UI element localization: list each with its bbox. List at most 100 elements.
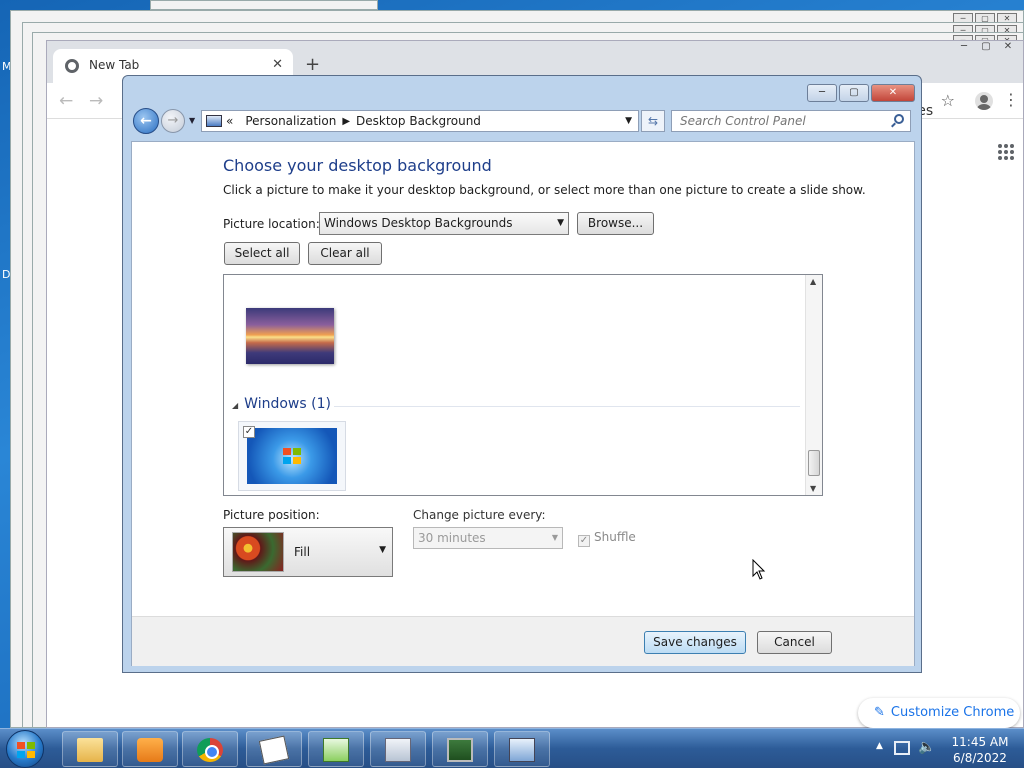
select-all-button[interactable]: Select all	[224, 242, 300, 265]
maximize-button[interactable]: ▢	[839, 84, 869, 102]
chrome-favicon-icon	[65, 59, 79, 73]
address-dropdown-icon[interactable]: ▼	[625, 116, 632, 126]
change-picture-select: 30 minutes ▼	[413, 527, 563, 549]
volume-icon[interactable]: 🔈	[918, 739, 935, 755]
dialog-footer: Save changes Cancel	[132, 616, 914, 666]
search-box[interactable]	[671, 110, 911, 132]
folder-icon	[77, 738, 103, 762]
back-arrow-icon[interactable]: ←	[59, 91, 73, 111]
refresh-button[interactable]: ⇆	[641, 110, 665, 132]
forward-button[interactable]: →	[161, 109, 185, 133]
system-tray: ▲ 🔈 11:45 AM 6/8/2022	[864, 729, 1024, 768]
customize-chrome-label: Customize Chrome	[890, 705, 1015, 720]
group-divider	[334, 406, 800, 407]
background-window	[150, 0, 378, 10]
start-button[interactable]	[6, 730, 44, 768]
close-icon[interactable]: ✕	[997, 41, 1019, 55]
save-changes-button[interactable]: Save changes	[644, 631, 746, 654]
control-panel-icon	[509, 738, 535, 762]
breadcrumb-personalization[interactable]: Personalization	[245, 114, 336, 128]
wallpaper-thumbnail[interactable]	[246, 308, 334, 364]
clock-date: 6/8/2022	[953, 751, 1007, 765]
chrome-icon	[197, 738, 223, 762]
picture-position-select[interactable]: Fill ▼	[223, 527, 393, 577]
content-pane: Choose your desktop background Click a p…	[131, 141, 915, 666]
close-tab-icon[interactable]: ✕	[272, 57, 283, 72]
chrome-menu-icon[interactable]: ⋮	[1003, 90, 1019, 109]
taskbar-item-chrome[interactable]	[182, 731, 238, 767]
taskbar-item-explorer[interactable]	[62, 731, 118, 767]
calculator-icon	[385, 738, 411, 762]
wallpaper-thumbnail-selected[interactable]: ✓	[238, 421, 346, 491]
group-name: Windows (1)	[244, 396, 331, 412]
picture-position-label: Picture position:	[223, 508, 320, 522]
page-title: Choose your desktop background	[223, 156, 492, 175]
picture-gallery: ◢ Windows (1) ✓ ▲ ▼	[223, 274, 823, 496]
monitor-icon	[447, 738, 473, 762]
search-input[interactable]	[672, 111, 882, 131]
thumbnail-checkbox[interactable]: ✓	[243, 426, 255, 438]
taskbar-item-solitaire[interactable]	[246, 731, 302, 767]
windows-wallpaper-image	[247, 428, 337, 484]
taskbar-item-notepad[interactable]	[308, 731, 364, 767]
clock-time: 11:45 AM	[951, 735, 1009, 749]
taskbar: ▲ 🔈 11:45 AM 6/8/2022	[0, 728, 1024, 768]
picture-position-value: Fill	[294, 545, 311, 559]
minimize-button[interactable]: ─	[807, 84, 837, 102]
back-button[interactable]: ←	[133, 108, 159, 134]
control-panel-window: ─ ▢ ✕ ← → ▼ « Personalization ▶ Desktop …	[122, 75, 922, 673]
profile-avatar-icon[interactable]	[975, 92, 993, 110]
show-hidden-icons-icon[interactable]: ▲	[876, 741, 883, 751]
taskbar-item-calculator[interactable]	[370, 731, 426, 767]
change-picture-label: Change picture every:	[413, 508, 546, 522]
close-button[interactable]: ✕	[871, 84, 915, 102]
change-picture-value: 30 minutes	[418, 531, 486, 545]
checkbox-check-icon: ✓	[578, 535, 590, 547]
page-description: Click a picture to make it your desktop …	[223, 183, 866, 197]
chevron-down-icon: ▼	[379, 545, 386, 555]
windows-logo-icon	[283, 448, 301, 464]
taskbar-item-control-panel[interactable]	[494, 731, 550, 767]
clear-all-button[interactable]: Clear all	[308, 242, 382, 265]
customize-chrome-button[interactable]: ✎ Customize Chrome	[858, 698, 1020, 728]
taskbar-item-media-player[interactable]	[122, 731, 178, 767]
browse-button[interactable]: Browse...	[577, 212, 654, 235]
picture-location-label: Picture location:	[223, 217, 320, 231]
shuffle-checkbox: ✓ Shuffle	[578, 530, 636, 547]
shuffle-label: Shuffle	[594, 530, 636, 544]
pencil-icon: ✎	[874, 705, 885, 720]
title-bar: ─ ▢ ✕	[123, 76, 921, 108]
picture-location-select[interactable]: Windows Desktop Backgrounds ▼	[319, 212, 569, 235]
forward-arrow-icon[interactable]: →	[89, 91, 103, 111]
taskbar-item-monitor[interactable]	[432, 731, 488, 767]
position-preview-image	[232, 532, 284, 572]
chevron-down-icon: ▼	[557, 218, 564, 228]
navigation-bar: ← → ▼ « Personalization ▶ Desktop Backgr…	[129, 108, 915, 134]
clock[interactable]: 11:45 AM 6/8/2022	[942, 734, 1018, 766]
breadcrumb-desktop-background[interactable]: Desktop Background	[356, 114, 481, 128]
address-bar[interactable]: « Personalization ▶ Desktop Background ▼	[201, 110, 639, 132]
recent-pages-dropdown-icon[interactable]: ▼	[189, 116, 195, 125]
cancel-button[interactable]: Cancel	[757, 631, 832, 654]
picture-location-value: Windows Desktop Backgrounds	[324, 216, 513, 230]
new-tab-button[interactable]: +	[305, 54, 320, 75]
breadcrumb-separator-icon[interactable]: ▶	[342, 116, 350, 127]
group-header-windows[interactable]: ◢ Windows (1)	[232, 396, 331, 412]
collapse-triangle-icon[interactable]: ◢	[232, 401, 238, 410]
chevron-down-icon: ▼	[551, 533, 558, 542]
bookmark-star-icon[interactable]: ☆	[941, 91, 955, 110]
scroll-down-icon[interactable]: ▼	[810, 484, 816, 493]
media-player-icon	[137, 738, 163, 762]
notepad-icon	[323, 738, 349, 762]
scroll-up-icon[interactable]: ▲	[810, 277, 816, 286]
google-apps-icon[interactable]	[998, 144, 1014, 160]
chrome-window-controls: ─ ▢ ✕	[953, 41, 1019, 55]
gallery-scrollbar[interactable]: ▲ ▼	[805, 275, 822, 495]
minimize-icon[interactable]: ─	[953, 41, 975, 55]
solitaire-icon	[258, 735, 290, 765]
network-icon[interactable]	[894, 741, 910, 755]
maximize-icon[interactable]: ▢	[975, 41, 997, 55]
scrollbar-thumb[interactable]	[808, 450, 820, 476]
breadcrumb-overflow-icon[interactable]: «	[226, 114, 233, 128]
search-icon[interactable]	[894, 114, 904, 124]
